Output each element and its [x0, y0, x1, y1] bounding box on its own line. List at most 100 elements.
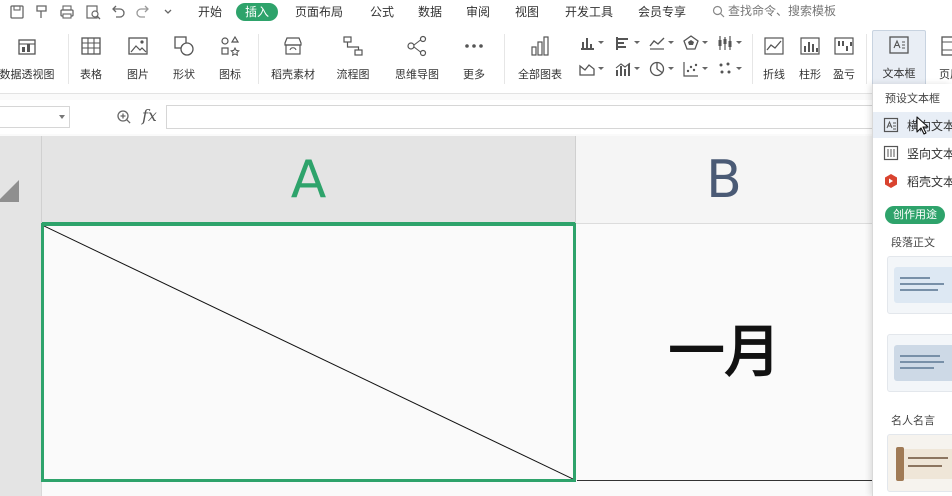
textbox-icon — [887, 33, 911, 57]
picture-button[interactable]: 图片 — [118, 32, 158, 86]
shape-button[interactable]: 形状 — [164, 32, 204, 86]
table-label: 表格 — [80, 68, 102, 81]
ribbon-divider — [866, 34, 867, 84]
tab-formulas[interactable]: 公式 — [370, 4, 394, 20]
tab-data[interactable]: 数据 — [418, 4, 442, 20]
shape-icon — [172, 34, 196, 58]
table-icon — [79, 34, 103, 58]
other-chart-dropdown[interactable] — [714, 58, 744, 80]
mindmap-label: 思维导图 — [395, 68, 439, 81]
line-chart-dropdown[interactable] — [646, 32, 676, 54]
fx-button[interactable]: fx — [142, 106, 157, 125]
undo-icon[interactable] — [109, 3, 127, 21]
more-label: 更多 — [463, 68, 485, 81]
ribbon-divider — [258, 34, 259, 84]
tab-home[interactable]: 开始 — [198, 4, 222, 20]
icon-library-button[interactable]: 图标 — [210, 32, 250, 86]
usage-filter-tag[interactable]: 创作用途 — [885, 206, 945, 224]
docer-material-button[interactable]: 稻壳素材 — [264, 32, 322, 86]
diagonal-border-line — [44, 226, 573, 479]
shape-label: 形状 — [173, 68, 195, 81]
sparkline-column-button[interactable]: 柱形 — [794, 32, 826, 86]
radar-chart-dropdown[interactable] — [680, 32, 710, 54]
print-icon[interactable] — [58, 3, 76, 21]
save-icon[interactable] — [8, 3, 26, 21]
tab-developer[interactable]: 开发工具 — [565, 4, 613, 20]
combo-chart-icon — [615, 62, 631, 76]
tab-member[interactable]: 会员专享 — [638, 4, 686, 20]
bar-chart-dropdown[interactable] — [612, 32, 642, 54]
chevron-down-icon[interactable] — [59, 115, 65, 119]
select-all-corner[interactable] — [0, 136, 42, 224]
pie-chart-icon — [649, 61, 665, 77]
ribbon-divider — [752, 34, 753, 84]
tab-view[interactable]: 视图 — [515, 4, 539, 20]
flowchart-icon — [341, 34, 365, 58]
flowchart-button[interactable]: 流程图 — [328, 32, 378, 86]
more-dots-icon — [462, 34, 486, 58]
header-footer-icon — [938, 34, 952, 58]
pie-chart-dropdown[interactable] — [646, 58, 676, 80]
pivot-chart-label: 数据透视图 — [0, 68, 55, 81]
mouse-cursor-icon — [916, 116, 929, 135]
menu-bar: 开始 插入 页面布局 公式 数据 审阅 视图 开发工具 会员专享 查找命令、搜索… — [0, 0, 952, 24]
mindmap-button[interactable]: 思维导图 — [386, 32, 448, 86]
tab-review[interactable]: 审阅 — [466, 4, 490, 20]
column-chart-dropdown[interactable] — [576, 32, 606, 54]
vertical-textbox-item[interactable]: 竖向文本 — [873, 140, 952, 166]
header-footer-label: 页眉 — [939, 68, 952, 81]
sparkline-line-icon — [762, 34, 786, 58]
formula-input[interactable] — [166, 105, 876, 129]
all-charts-button[interactable]: 全部图表 — [510, 32, 570, 86]
formula-bar: fx — [0, 100, 876, 134]
zoom-search-icon[interactable] — [116, 109, 132, 125]
quote-template-thumbnail[interactable] — [887, 434, 952, 492]
paragraph-template-thumbnail-2[interactable] — [887, 334, 952, 392]
search-placeholder: 查找命令、搜索模板 — [728, 4, 837, 18]
print-preview-icon[interactable] — [84, 3, 102, 21]
pivot-chart-button[interactable]: 数据透视图 — [0, 32, 58, 86]
header-footer-button[interactable]: 页眉 — [930, 32, 952, 86]
spreadsheet-grid: A B 一月 — [0, 136, 872, 496]
horizontal-textbox-icon — [883, 117, 899, 133]
area-chart-dropdown[interactable] — [576, 58, 606, 80]
bar-chart-icon — [616, 37, 628, 50]
redo-icon[interactable] — [134, 3, 152, 21]
row-header[interactable] — [0, 224, 42, 496]
other-chart-icon — [719, 62, 731, 74]
flowchart-label: 流程图 — [336, 68, 370, 81]
cell-a2[interactable] — [41, 482, 576, 496]
format-painter-icon[interactable] — [33, 3, 51, 21]
select-all-triangle-icon — [0, 180, 19, 202]
sparkline-winloss-button[interactable]: 盈亏 — [828, 32, 860, 86]
docer-textbox-item[interactable]: 稻壳文本 — [873, 168, 952, 194]
tab-insert[interactable]: 插入 — [236, 3, 279, 21]
paragraph-template-thumbnail-1[interactable] — [887, 256, 952, 314]
sparkline-line-button[interactable]: 折线 — [756, 32, 792, 86]
sparkline-column-label: 柱形 — [799, 68, 821, 81]
cell-b1[interactable]: 一月 — [577, 225, 872, 480]
name-box-input[interactable] — [0, 106, 70, 128]
stock-chart-dropdown[interactable] — [714, 32, 744, 54]
horizontal-textbox-item[interactable]: 横向文本 — [873, 112, 952, 138]
tab-page-layout[interactable]: 页面布局 — [295, 4, 343, 20]
area-chart-icon — [579, 64, 595, 76]
table-button[interactable]: 表格 — [74, 32, 108, 86]
docer-material-icon — [281, 34, 305, 58]
textbox-label: 文本框 — [882, 67, 916, 80]
ribbon-divider — [68, 34, 69, 84]
column-chart-icon — [581, 38, 594, 50]
mindmap-icon — [405, 34, 429, 58]
column-header-a[interactable]: A — [42, 136, 575, 224]
scatter-chart-dropdown[interactable] — [680, 58, 710, 80]
combo-chart-dropdown[interactable] — [612, 58, 642, 80]
cell-border — [577, 480, 872, 481]
more-button[interactable]: 更多 — [454, 32, 494, 86]
quick-access-chevron-down-icon[interactable] — [159, 3, 177, 21]
cell-a1-selected[interactable] — [41, 223, 576, 482]
textbox-button[interactable]: 文本框 — [872, 30, 926, 86]
category-quotes-heading: 名人名言 — [891, 414, 935, 427]
vertical-textbox-icon — [883, 145, 899, 161]
category-paragraph-heading: 段落正文 — [891, 236, 935, 249]
column-header-b[interactable]: B — [575, 136, 872, 224]
